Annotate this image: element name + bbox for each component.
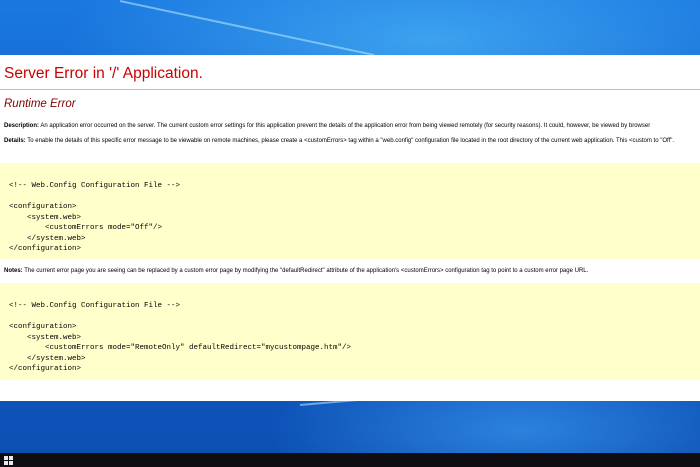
description-paragraph: Description: An application error occurr… — [4, 122, 700, 131]
error-subtitle: Runtime Error — [4, 98, 76, 110]
details-paragraph: Details: To enable the details of this s… — [4, 137, 700, 146]
title-divider — [0, 89, 700, 90]
windows-start-icon[interactable] — [4, 456, 13, 465]
description-text: An application error occurred on the ser… — [39, 123, 651, 129]
config-code-block-remoteonly: <!-- Web.Config Configuration File --> <… — [0, 283, 700, 380]
config-code-off: <!-- Web.Config Configuration File --> <… — [9, 182, 181, 253]
details-label: Details: — [4, 138, 26, 144]
wallpaper-light-streak — [119, 0, 375, 57]
notes-label: Notes: — [4, 268, 23, 274]
taskbar — [0, 453, 700, 467]
details-text: To enable the details of this specific e… — [25, 138, 675, 144]
page-title: Server Error in '/' Application. — [4, 65, 203, 82]
config-code-remoteonly: <!-- Web.Config Configuration File --> <… — [9, 302, 352, 373]
description-label: Description: — [4, 123, 40, 129]
config-code-block-off: <!-- Web.Config Configuration File --> <… — [0, 163, 700, 259]
notes-paragraph: Notes: The current error page you are se… — [4, 267, 700, 276]
error-page: Server Error in '/' Application. Runtime… — [0, 55, 700, 401]
notes-text: The current error page you are seeing ca… — [22, 268, 589, 274]
